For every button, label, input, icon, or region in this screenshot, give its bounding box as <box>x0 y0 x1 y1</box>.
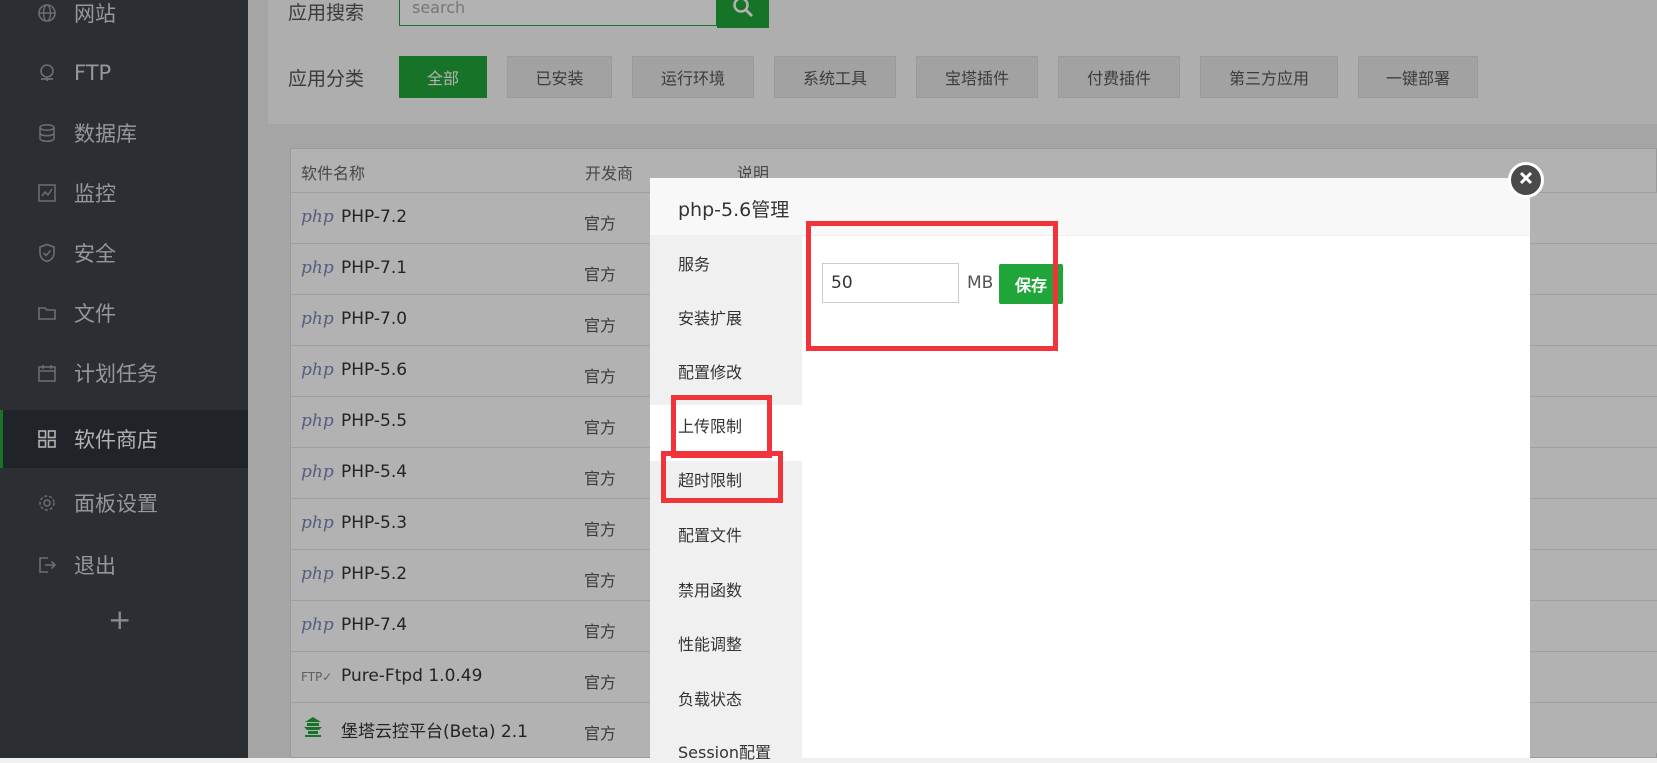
menu-item-load-status[interactable]: 负载状态 <box>678 686 742 710</box>
menu-item-disabled-functions[interactable]: 禁用函数 <box>678 577 742 601</box>
dialog-title: php-5.6管理 <box>678 199 790 221</box>
menu-item-session-config[interactable]: Session配置 <box>678 739 771 763</box>
menu-item-config-edit[interactable]: 配置修改 <box>678 359 742 383</box>
annotation-highlight-input <box>806 221 1058 351</box>
dialog-header: php-5.6管理 <box>650 178 1530 236</box>
annotation-highlight-upload-menu <box>671 395 772 458</box>
menu-item-config-file[interactable]: 配置文件 <box>678 522 742 546</box>
close-icon <box>1518 170 1534 190</box>
close-dialog-button[interactable] <box>1508 162 1544 198</box>
menu-item-extensions[interactable]: 安装扩展 <box>678 305 742 329</box>
annotation-highlight-timeout-menu <box>661 451 783 503</box>
menu-item-performance[interactable]: 性能调整 <box>678 631 742 655</box>
menu-item-service[interactable]: 服务 <box>678 251 710 275</box>
